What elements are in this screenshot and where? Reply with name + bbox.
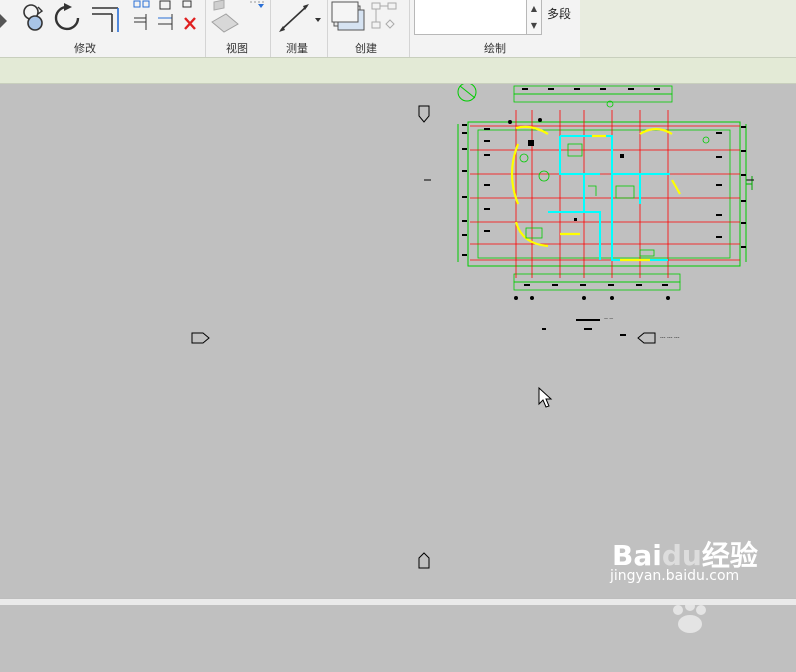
- offset-icon: [23, 4, 44, 31]
- elevation-marker-east: [637, 332, 656, 344]
- scale-icon: [158, 14, 173, 30]
- watermark-url: jingyan.baidu.com: [610, 568, 740, 584]
- pin-icon: [182, 0, 192, 8]
- elevation-tag-text: --- --- ---: [660, 335, 680, 341]
- view-tools: [211, 0, 264, 33]
- measure-tools: [279, 4, 321, 32]
- drawing-canvas[interactable]: --- --- --- — — Baidu经验 jingyan.baidu.co…: [0, 84, 796, 633]
- panel-separator: [409, 0, 410, 57]
- panel-measure-label: 测量: [286, 42, 308, 55]
- options-bar: [0, 57, 796, 84]
- elevation-marker-west: [191, 332, 210, 344]
- panel-modify-label: 修改: [74, 42, 96, 55]
- delete-icon: [184, 17, 196, 30]
- elevation-marker-north: [418, 105, 430, 123]
- architectural-plan: — —: [457, 85, 747, 336]
- grid-bubble-icon: [457, 84, 477, 102]
- chevron-up-icon[interactable]: ▲: [527, 0, 541, 17]
- baidu-paw-icon: [673, 602, 706, 633]
- chevron-down-icon[interactable]: ▼: [527, 17, 541, 34]
- hide-element-icon: [211, 0, 239, 33]
- floor-plan-view: --- --- --- — —: [191, 84, 754, 569]
- create-parts-icon: [371, 2, 397, 29]
- panel-view-label: 视图: [226, 42, 248, 55]
- override-graphics-icon: [250, 1, 264, 8]
- create-group-icon: [331, 1, 365, 31]
- type-selector-arrows[interactable]: ▲ ▼: [526, 0, 542, 35]
- array-icon: [134, 14, 147, 30]
- chevron-down-icon: [315, 18, 321, 22]
- rotate-icon: [54, 3, 80, 31]
- elevation-marker-south: [418, 552, 430, 569]
- trim-extend-icon: [92, 7, 119, 32]
- panel-create-label: 创建: [355, 42, 377, 55]
- type-selector-input[interactable]: [414, 0, 528, 35]
- multi-segment-button[interactable]: 多段: [547, 5, 571, 22]
- ribbon: 修改 视图 测量 创建 ▲ ▼ 多段 绘制: [0, 0, 796, 57]
- measure-icon: [279, 4, 309, 32]
- split-icon: [133, 0, 141, 8]
- panel-draw-label: 绘制: [484, 42, 506, 55]
- mouse-cursor-icon: [538, 386, 553, 408]
- ribbon-right-pane: [580, 0, 796, 57]
- view-title-text: — —: [604, 316, 613, 321]
- copy-icon: [159, 0, 171, 10]
- create-tools: [331, 1, 397, 31]
- modify-tools: [0, 0, 196, 32]
- align-icon: [0, 14, 7, 28]
